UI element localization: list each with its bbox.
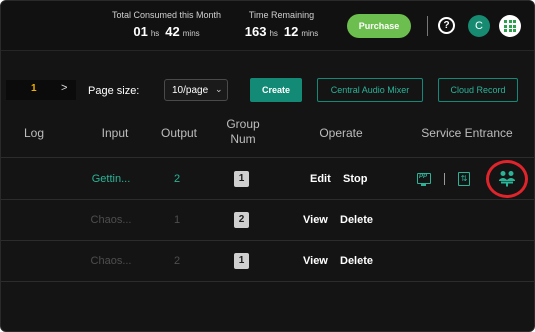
column-header-input: Input xyxy=(101,126,129,140)
consumed-hours: 01 xyxy=(133,24,148,39)
view-button[interactable]: View xyxy=(303,214,328,226)
avatar[interactable]: C xyxy=(468,15,490,37)
consumed-value: 01 hs 42 mins xyxy=(109,24,224,39)
row-output[interactable]: 1 xyxy=(165,214,189,226)
consumed-mins: 42 xyxy=(165,24,180,39)
consumed-hours-unit: hs xyxy=(150,29,160,38)
remaining-mins: 12 xyxy=(283,24,299,39)
chevron-down-icon: ⌄ xyxy=(215,84,223,94)
stop-button[interactable]: Stop xyxy=(343,173,367,185)
group-num-badge: 1 xyxy=(234,171,249,187)
pagination: 1 > xyxy=(6,80,76,100)
remaining-hours-unit: hs xyxy=(269,29,278,38)
page-size-value: 10/page xyxy=(172,85,209,96)
switch-icon[interactable]: ⇅ xyxy=(458,172,470,186)
group-header-line1: Group xyxy=(226,117,260,131)
current-page-number[interactable]: 1 xyxy=(31,83,37,94)
column-header-group-num: Group Num xyxy=(221,117,265,147)
delete-button[interactable]: Delete xyxy=(340,255,373,267)
page-size-label: Page size: xyxy=(88,85,140,97)
top-bar: Total Consumed this Month 01 hs 42 mins Tim… xyxy=(1,1,534,51)
central-audio-mixer-button[interactable]: Central Audio Mixer xyxy=(317,78,423,102)
remaining-mins-unit: mins xyxy=(301,29,319,38)
consumed-label: Total Consumed this Month xyxy=(111,10,222,20)
consumed-stat: Total Consumed this Month 01 hs 42 mins xyxy=(109,10,224,39)
table-row: Chaos... 1 2 View Delete xyxy=(1,200,534,241)
apps-grid-icon[interactable] xyxy=(499,15,521,37)
cloud-record-button[interactable]: Cloud Record xyxy=(438,78,518,102)
consumed-mins-unit: mins xyxy=(182,29,200,38)
group-num-badge: 1 xyxy=(234,253,249,269)
meeting-icon[interactable] xyxy=(498,170,516,187)
next-page-icon[interactable]: > xyxy=(61,82,67,94)
header-divider xyxy=(427,16,428,36)
column-header-log: Log xyxy=(23,126,45,140)
column-header-operate: Operate xyxy=(319,126,363,140)
remaining-value: 163 hs 12 mins xyxy=(239,24,324,39)
view-button[interactable]: View xyxy=(303,255,328,267)
remaining-stat: Time Remaining 163 hs 12 mins xyxy=(239,10,324,39)
group-header-line2: Num xyxy=(230,132,256,146)
remaining-hours: 163 xyxy=(244,24,267,39)
delete-button[interactable]: Delete xyxy=(340,214,373,226)
row-input[interactable]: Gettin... xyxy=(81,173,141,185)
table-row: Gettin... 2 1 Edit Stop PP ⇅ xyxy=(1,159,534,200)
table-header: Log Input Output Group Num Operate Servi… xyxy=(1,111,534,158)
page-size-select[interactable]: 10/page ⌄ xyxy=(164,79,228,101)
column-header-service-entrance: Service Entrance xyxy=(421,126,513,140)
purchase-button[interactable]: Purchase xyxy=(347,14,411,38)
service-divider xyxy=(444,173,445,185)
table-row: Chaos... 2 1 View Delete xyxy=(1,241,534,282)
column-header-output: Output xyxy=(160,126,198,140)
remaining-label: Time Remaining xyxy=(248,10,315,20)
app-window: Total Consumed this Month 01 hs 42 mins Tim… xyxy=(0,0,535,332)
group-num-badge: 2 xyxy=(234,212,249,228)
row-output[interactable]: 2 xyxy=(165,255,189,267)
presentation-icon[interactable]: PP xyxy=(417,173,431,186)
create-button[interactable]: Create xyxy=(250,78,302,102)
row-output[interactable]: 2 xyxy=(165,173,189,185)
row-input[interactable]: Chaos... xyxy=(81,255,141,267)
row-input[interactable]: Chaos... xyxy=(81,214,141,226)
edit-button[interactable]: Edit xyxy=(310,173,331,185)
help-icon[interactable]: ? xyxy=(438,17,455,34)
